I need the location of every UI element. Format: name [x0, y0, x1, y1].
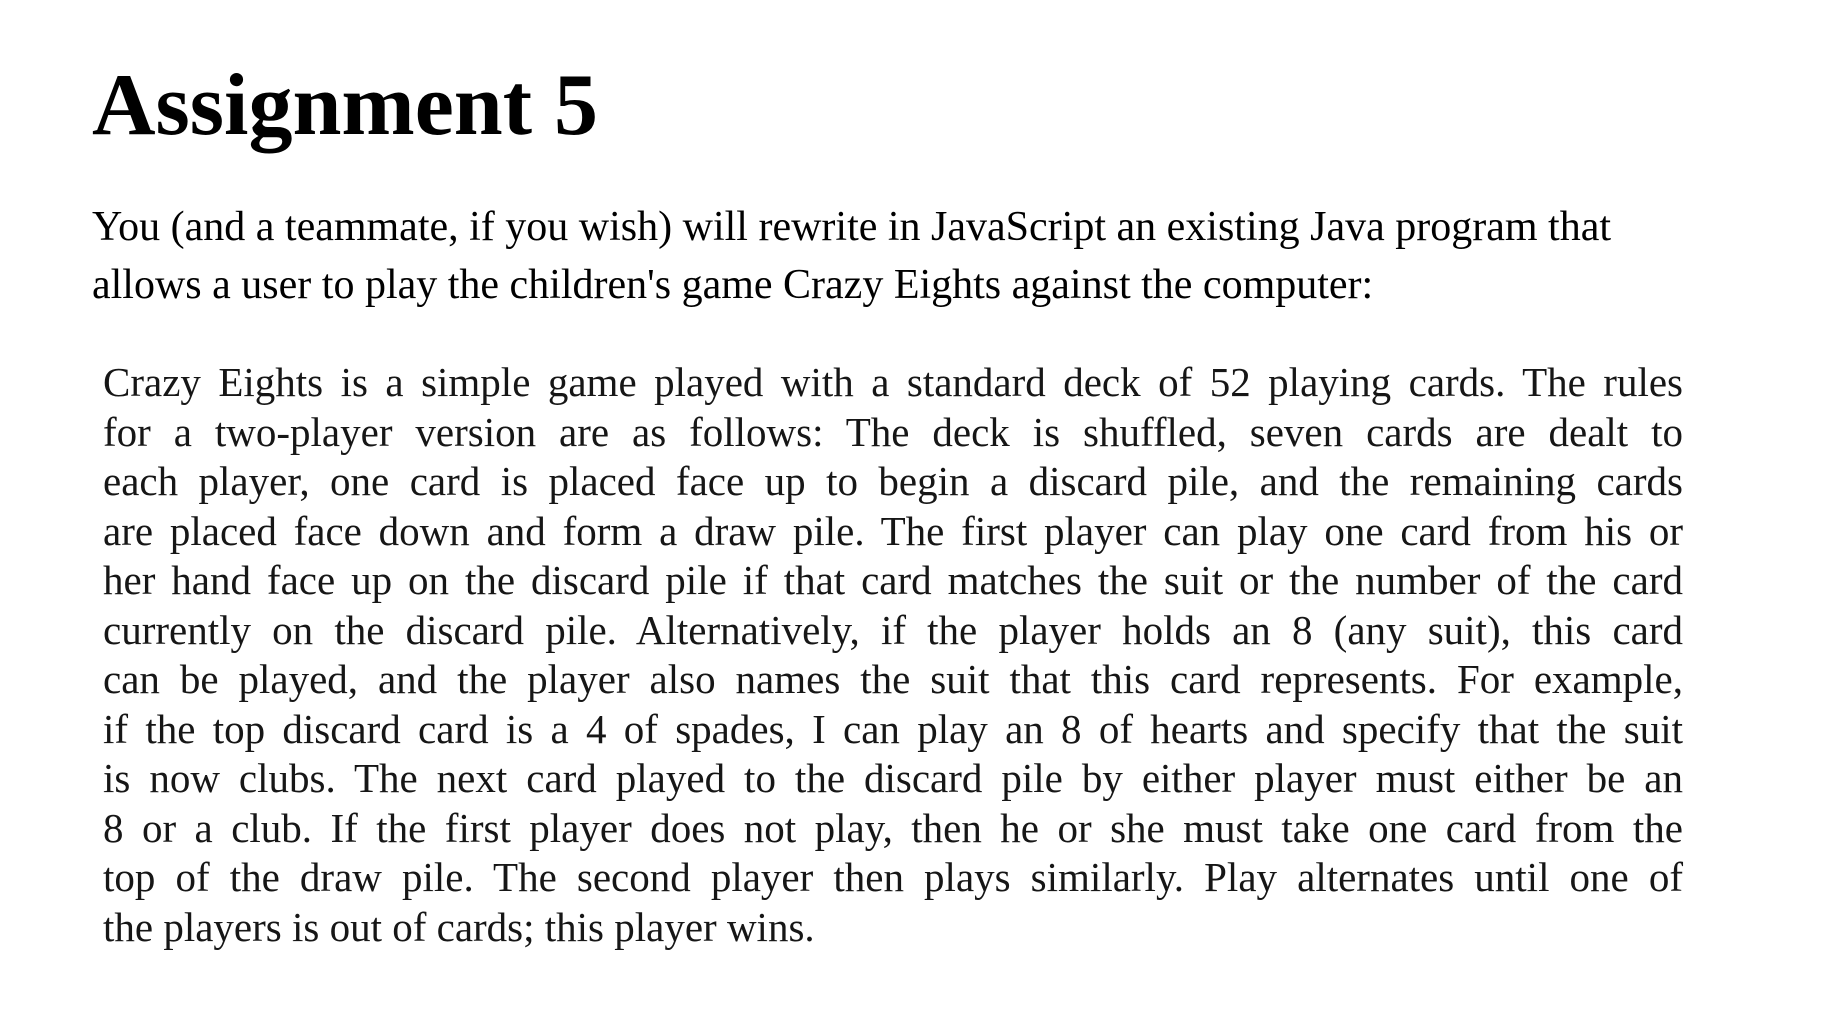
quote-line: can be played, and the player also names… — [103, 656, 1683, 702]
quote-line: Crazy Eights is a simple game played wit… — [103, 359, 1683, 405]
quote-line: currently on the discard pile. Alternati… — [103, 606, 1683, 653]
quote-line: the players is out of cards; this player… — [103, 903, 815, 950]
quote-line: top of the draw pile. The second player … — [103, 854, 1683, 900]
quote-line: her hand face up on the discard pile if … — [103, 557, 1683, 603]
quote-line: each player, one card is placed face up … — [103, 458, 1683, 504]
intro-paragraph: You (and a teammate, if you wish) will r… — [92, 198, 1792, 314]
quote-line: 8 or a club. If the first player does no… — [103, 804, 1683, 851]
intro-line: allows a user to play the children's gam… — [92, 262, 1374, 308]
quote-line: if the top discard card is a 4 of spades… — [103, 705, 1683, 752]
quote-line: for a two-player version are as follows:… — [103, 408, 1683, 455]
document-page: Assignment 5 You (and a teammate, if you… — [0, 0, 1836, 1012]
page-title: Assignment 5 — [92, 57, 599, 154]
quote-line: are placed face down and form a draw pil… — [103, 507, 1683, 554]
quote-line: is now clubs. The next card played to th… — [103, 755, 1683, 801]
game-rules-quote: Crazy Eights is a simple game played wit… — [103, 358, 1683, 952]
intro-line: You (and a teammate, if you wish) will r… — [92, 204, 1612, 250]
